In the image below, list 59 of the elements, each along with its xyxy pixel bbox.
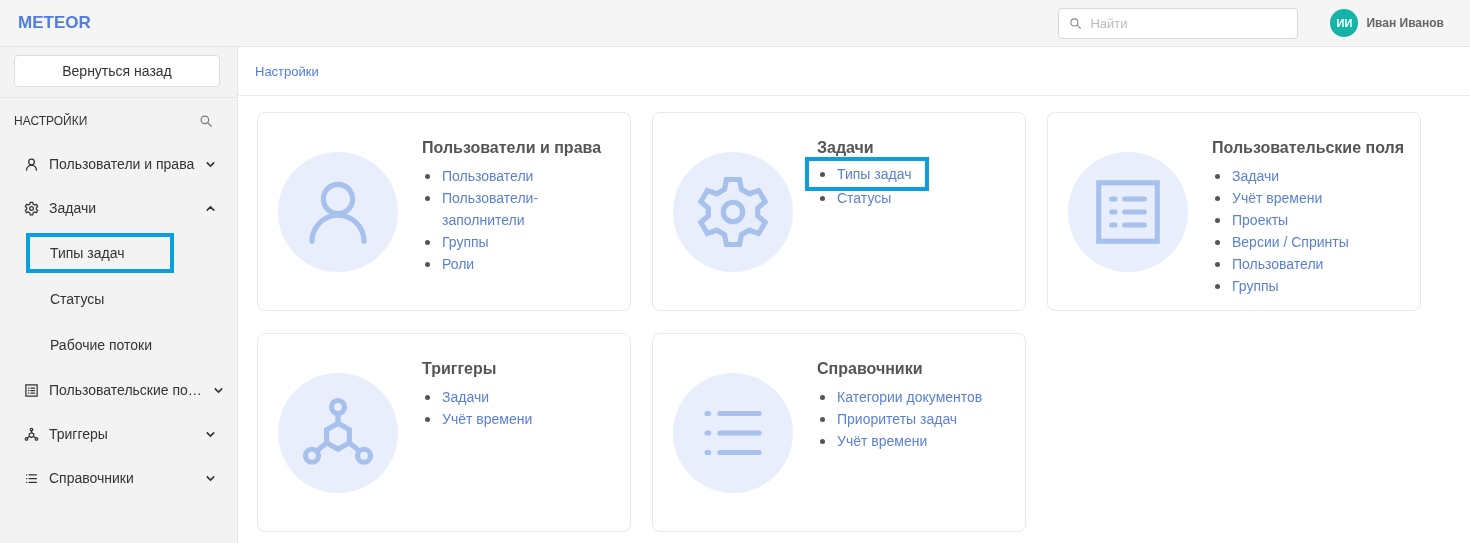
gear-icon: [24, 200, 39, 216]
card-link[interactable]: Задачи: [442, 386, 489, 408]
card-link[interactable]: Учёт времени: [1232, 187, 1323, 209]
bullet-icon: [425, 262, 430, 267]
nav-item[interactable]: Триггеры: [0, 412, 237, 456]
card-link[interactable]: Статусы: [837, 187, 892, 209]
card-link[interactable]: Проекты: [1232, 209, 1289, 231]
bullet-icon: [425, 174, 430, 179]
user-name[interactable]: Иван Иванов: [1366, 16, 1444, 30]
card-link[interactable]: Пользователи: [1232, 253, 1324, 275]
bullet-icon: [1215, 174, 1220, 179]
card-link[interactable]: Учёт времени: [442, 408, 533, 430]
bullet-icon: [820, 196, 825, 201]
bullet-icon: [1215, 284, 1220, 289]
bullet-icon: [820, 172, 825, 177]
form-icon: [24, 382, 39, 398]
search-icon: [199, 114, 213, 128]
bullet-icon: [1215, 218, 1220, 223]
nav-item[interactable]: Задачи: [0, 186, 237, 230]
bullet-icon: [1215, 262, 1220, 267]
sidebar-title: НАСТРОЙКИ: [14, 114, 88, 128]
bullet-icon: [820, 439, 825, 444]
bullet-icon: [425, 395, 430, 400]
card-title: Триггеры: [422, 360, 498, 378]
card-link[interactable]: Типы задач: [837, 163, 912, 185]
card-link[interactable]: Группы: [1232, 275, 1279, 297]
nav-subitem[interactable]: Рабочие потоки: [26, 322, 174, 368]
search-field[interactable]: Найти: [1058, 7, 1299, 39]
back-button[interactable]: Вернуться назад: [14, 55, 220, 87]
bullet-icon: [820, 395, 825, 400]
user-avatar[interactable]: ИИ: [1330, 9, 1359, 37]
bullet-icon: [425, 417, 430, 422]
bullet-icon: [1215, 240, 1220, 245]
bullet-icon: [425, 240, 430, 245]
card-link[interactable]: Задачи: [1232, 165, 1279, 187]
card-link[interactable]: Приоритеты задач: [837, 408, 958, 430]
card-link[interactable]: Пользователи-заполнители: [442, 187, 572, 231]
card-link[interactable]: Учёт времени: [837, 430, 928, 452]
card-link[interactable]: Пользователи: [442, 165, 572, 187]
breadcrumb-link[interactable]: Настройки: [255, 63, 319, 79]
nav-subitem[interactable]: Статусы: [26, 276, 174, 322]
nav-subitem[interactable]: Типы задач: [26, 233, 174, 273]
card-title: Пользователи и права: [422, 139, 602, 157]
nav-item[interactable]: Справочники: [0, 456, 237, 500]
card-link[interactable]: Версии / Спринты: [1232, 231, 1349, 253]
nav-item[interactable]: Пользовательские по…: [0, 368, 237, 412]
card-link[interactable]: Роли: [442, 253, 572, 275]
nav-item[interactable]: Пользователи и права: [0, 142, 237, 186]
card-title: Задачи: [817, 139, 875, 157]
logo: METEOR: [18, 13, 91, 33]
card-title: Справочники: [817, 360, 924, 378]
card-link[interactable]: Группы: [442, 231, 572, 253]
bullet-icon: [820, 417, 825, 422]
person-icon: [24, 156, 39, 172]
nodes-icon: [24, 426, 39, 442]
bullet-icon: [1215, 196, 1220, 201]
bullet-icon: [425, 196, 430, 201]
card-link[interactable]: Категории документов: [837, 386, 983, 408]
card-title: Пользовательские поля: [1212, 139, 1405, 157]
